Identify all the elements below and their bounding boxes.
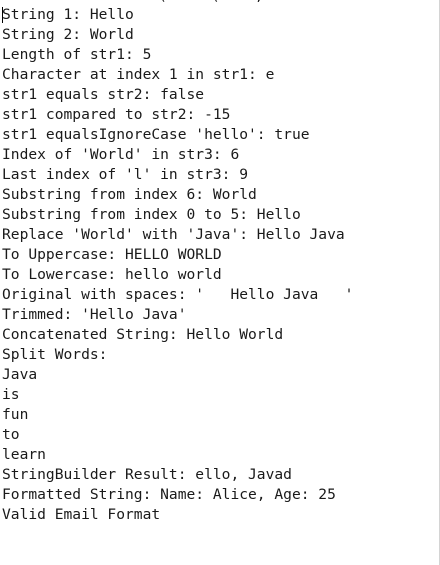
console-line: fun <box>2 406 29 423</box>
console-line: to <box>2 426 20 443</box>
console-line: String 1: Hello <box>2 6 134 23</box>
text-caret <box>2 7 3 23</box>
console-line: StringBuilder Result: ello, Javad <box>2 466 292 483</box>
console-line: To Lowercase: hello world <box>2 266 222 283</box>
console-line: Last index of 'l' in str3: 9 <box>2 166 249 183</box>
clipped-previous-line: ( ... ( ..., <box>0 0 440 4</box>
console-line: Valid Email Format <box>2 506 161 523</box>
console-line: To Uppercase: HELLO WORLD <box>2 246 222 263</box>
console-line: Trimmed: 'Hello Java' <box>2 306 187 323</box>
console-line: Substring from index 0 to 5: Hello <box>2 206 301 223</box>
console-line: Split Words: <box>2 346 108 363</box>
console-output: String 1: Hello String 2: World Length o… <box>2 5 353 525</box>
console-line: str1 equalsIgnoreCase 'hello': true <box>2 126 310 143</box>
console-line: str1 equals str2: false <box>2 86 205 103</box>
console-line: Substring from index 6: World <box>2 186 257 203</box>
console-line: Replace 'World' with 'Java': Hello Java <box>2 226 345 243</box>
console-line: learn <box>2 446 46 463</box>
console-line: Original with spaces: ' Hello Java ' <box>2 286 354 303</box>
console-line: is <box>2 386 20 403</box>
console-line: Character at index 1 in str1: e <box>2 66 275 83</box>
console-line: String 2: World <box>2 26 134 43</box>
console-line: Concatenated String: Hello World <box>2 326 284 343</box>
console-line: Formatted String: Name: Alice, Age: 25 <box>2 486 336 503</box>
console-line: str1 compared to str2: -15 <box>2 106 231 123</box>
clipped-line-text: ( ... ( ..., <box>0 0 263 4</box>
console-line: Index of 'World' in str3: 6 <box>2 146 240 163</box>
console-line: Length of str1: 5 <box>2 46 152 63</box>
console-line: Java <box>2 366 38 383</box>
console-output-window[interactable]: ( ... ( ..., String 1: Hello String 2: W… <box>0 0 440 565</box>
